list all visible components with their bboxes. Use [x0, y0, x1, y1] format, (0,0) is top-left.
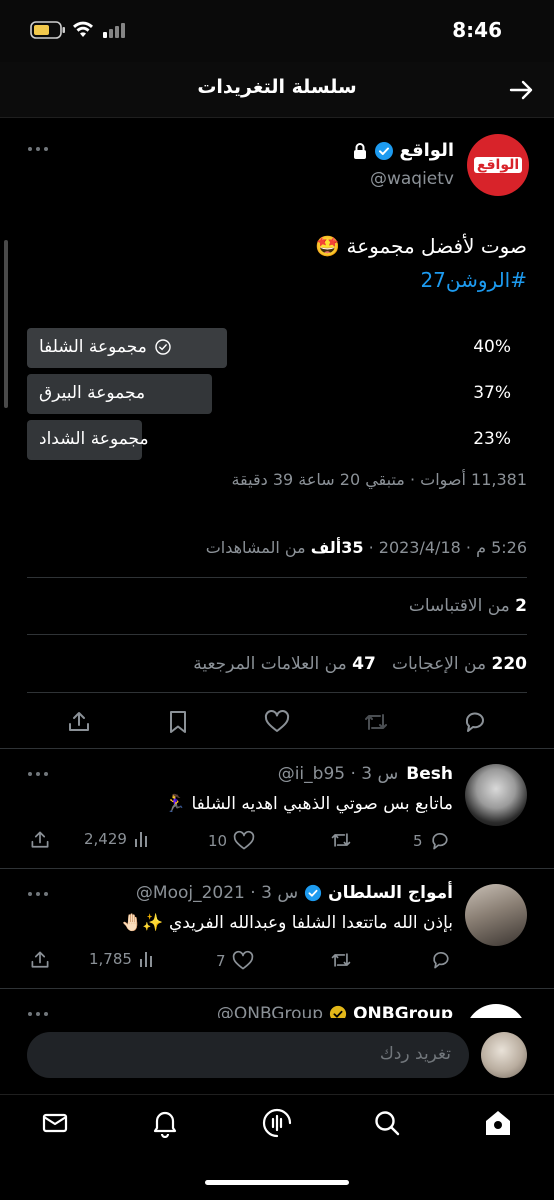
- reply-input[interactable]: تغريد ردك: [27, 1032, 469, 1078]
- bookmarks-count: 47: [352, 654, 376, 674]
- author-name-row[interactable]: الواقع: [352, 140, 454, 161]
- author-handle[interactable]: @waqietv: [370, 169, 454, 189]
- views-stat[interactable]: 2,429: [84, 830, 151, 848]
- bookmarks-label: من العلامات المرجعية: [193, 654, 353, 674]
- poll-option-label: مجموعة الشلفا: [39, 337, 147, 357]
- status-time: 8:46: [452, 18, 502, 42]
- divider: [27, 692, 527, 693]
- reply-handle-time: @Mooj_2021 · 3 س: [135, 883, 299, 903]
- views-count: 2,429: [84, 830, 127, 848]
- spaces-icon[interactable]: [262, 1108, 292, 1138]
- like-stat[interactable]: 7: [216, 950, 254, 972]
- engagement-stats[interactable]: 220 من الإعجابات 47 من العلامات المرجعية: [193, 654, 527, 674]
- share-icon[interactable]: [29, 949, 51, 971]
- like-stat[interactable]: 10: [208, 830, 255, 852]
- poll-option-label: مجموعة الشداد: [39, 429, 149, 449]
- back-arrow-icon[interactable]: [508, 77, 534, 103]
- share-icon[interactable]: [29, 829, 51, 851]
- scroll-indicator[interactable]: [4, 240, 8, 408]
- avatar[interactable]: [465, 884, 527, 946]
- reply-header: @Mooj_2021 · 3 س أمواج السلطان: [136, 883, 453, 903]
- divider: [0, 868, 554, 869]
- wifi-icon: [72, 20, 94, 38]
- divider: [27, 577, 527, 578]
- page-title: سلسلة التغريدات: [197, 76, 357, 98]
- quotes-stat[interactable]: 2 من الاقتباسات: [409, 596, 527, 616]
- poll-option[interactable]: مجموعة البيرق 37%: [27, 374, 527, 414]
- status-bar: 8:46: [0, 0, 554, 62]
- retweet-icon[interactable]: [363, 709, 389, 735]
- reply-header: @ii_b95 · 3 س Besh: [278, 764, 453, 784]
- notifications-icon[interactable]: [151, 1108, 179, 1138]
- views-label: من المشاهدات: [205, 538, 311, 557]
- like-icon: [232, 950, 254, 972]
- reply-icon[interactable]: [430, 949, 452, 971]
- verified-badge-icon: [374, 141, 394, 161]
- search-icon[interactable]: [373, 1109, 401, 1137]
- reply-text: بإذن الله ماتتعدا الشلفا وعبدالله الفريد…: [121, 913, 453, 933]
- more-options-icon[interactable]: [27, 769, 49, 779]
- likes-count: 220: [491, 654, 528, 674]
- share-icon[interactable]: [66, 709, 92, 735]
- reply-composer: تغريد ردك: [0, 1018, 554, 1094]
- reply-icon: [429, 830, 451, 852]
- tweet-text: صوت لأفضل مجموعة 🤩: [315, 234, 527, 258]
- avatar[interactable]: [465, 764, 527, 826]
- divider: [27, 634, 527, 635]
- reply-count: 5: [413, 832, 423, 850]
- home-icon[interactable]: [483, 1108, 513, 1138]
- reply-author-name[interactable]: أمواج السلطان: [328, 883, 453, 903]
- quotes-count: 2: [515, 596, 527, 616]
- likes-label: من الإعجابات: [392, 654, 492, 674]
- views-stat[interactable]: 1,785: [89, 950, 156, 968]
- poll-option[interactable]: مجموعة الشلفا 40%: [27, 328, 527, 368]
- retweet-icon[interactable]: [330, 829, 352, 851]
- like-icon[interactable]: [264, 709, 290, 735]
- more-options-icon[interactable]: [27, 144, 49, 154]
- poll-percent: 37%: [473, 383, 511, 403]
- lock-icon: [352, 142, 368, 160]
- views-count: 1,785: [89, 950, 132, 968]
- battery-icon: [30, 21, 66, 39]
- divider: [0, 988, 554, 989]
- avatar[interactable]: الواقع: [467, 134, 529, 196]
- reply-author-name[interactable]: Besh: [406, 764, 453, 784]
- like-count: 7: [216, 952, 226, 970]
- retweet-icon[interactable]: [330, 949, 352, 971]
- reply-handle-time: @ii_b95 · 3 س: [277, 764, 399, 784]
- messages-icon[interactable]: [41, 1109, 69, 1137]
- poll-meta: 11,381 أصوات · متبقي 20 ساعة 39 دقيقة: [231, 470, 527, 489]
- verified-badge-icon: [304, 884, 322, 902]
- divider: [0, 748, 554, 749]
- poll-percent: 23%: [473, 429, 511, 449]
- timestamp-text: 5:26 م · 2023/4/18 ·: [363, 538, 527, 557]
- tweet-timestamp: 5:26 م · 2023/4/18 · 35ألف من المشاهدات: [206, 538, 527, 557]
- bookmark-icon[interactable]: [165, 709, 191, 735]
- poll-percent: 40%: [473, 337, 511, 357]
- like-count: 10: [208, 832, 228, 850]
- home-indicator: [205, 1180, 349, 1185]
- views-count: 35ألف: [310, 538, 364, 557]
- views-chart-icon: [138, 950, 156, 968]
- poll-option-label: مجموعة البيرق: [39, 383, 146, 403]
- reply-text: ماتابع بس صوتي الذهبي اهديه الشلفا 🏃‍♀️: [164, 794, 453, 814]
- author-display-name: الواقع: [399, 140, 454, 161]
- user-avatar[interactable]: [481, 1032, 527, 1078]
- views-chart-icon: [133, 830, 151, 848]
- more-options-icon[interactable]: [27, 889, 49, 899]
- quotes-label: من الاقتباسات: [408, 596, 516, 616]
- reply-icon[interactable]: [462, 709, 488, 735]
- header-bar: سلسلة التغريدات: [0, 62, 554, 118]
- hashtag-link[interactable]: #الروشن27: [420, 268, 527, 292]
- cellular-signal-icon: [102, 21, 128, 39]
- reply-placeholder: تغريد ردك: [379, 1044, 451, 1064]
- poll-option[interactable]: مجموعة الشداد 23%: [27, 420, 527, 460]
- check-circle-icon: [155, 339, 171, 355]
- like-icon: [233, 830, 255, 852]
- avatar-logo-text: الواقع: [473, 157, 523, 173]
- reply-stat[interactable]: 5: [413, 830, 451, 852]
